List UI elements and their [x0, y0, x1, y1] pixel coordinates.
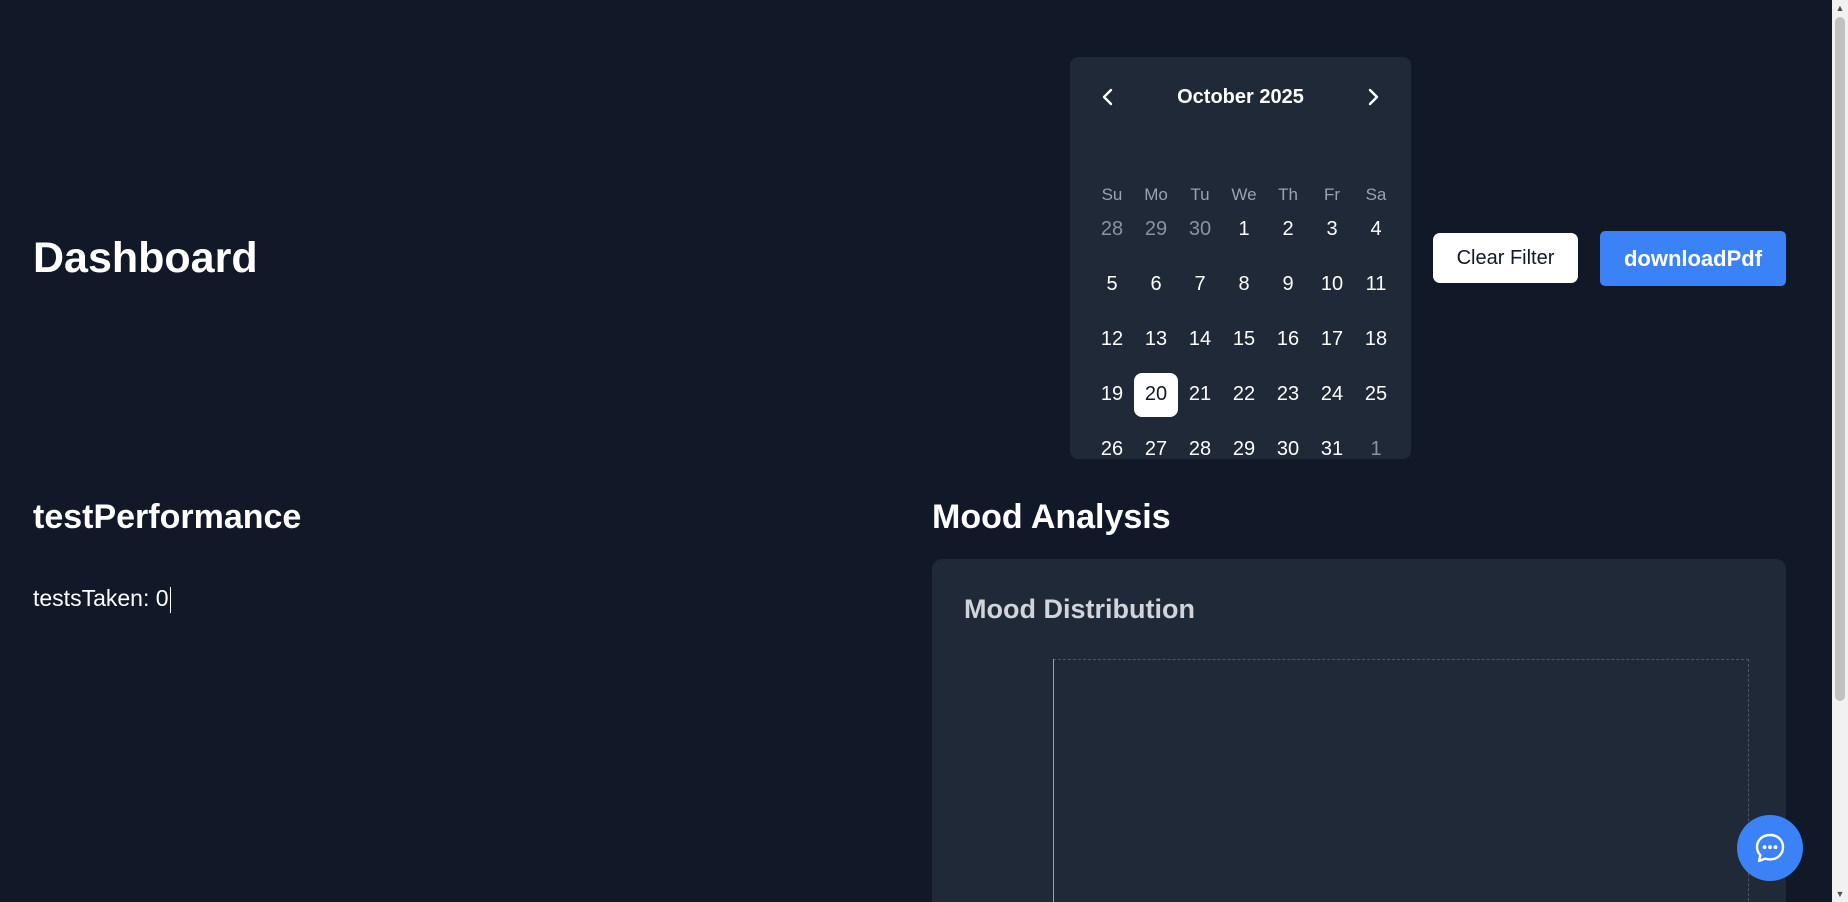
test-performance-heading: testPerformance	[33, 498, 302, 536]
calendar-day-label: 31	[1320, 438, 1344, 460]
calendar-day-label: 14	[1188, 328, 1212, 350]
calendar-day[interactable]: 30	[1178, 202, 1222, 257]
calendar-day[interactable]: 21	[1178, 367, 1222, 422]
mood-analysis-heading: Mood Analysis	[932, 498, 1171, 536]
calendar-next-month-button[interactable]	[1353, 77, 1393, 117]
calendar-day-label: 9	[1282, 273, 1294, 295]
calendar-day[interactable]: 29	[1134, 202, 1178, 257]
calendar-day[interactable]: 29	[1222, 422, 1266, 477]
calendar-day[interactable]: 10	[1310, 257, 1354, 312]
calendar-day-label: 24	[1320, 383, 1344, 405]
calendar-day[interactable]: 16	[1266, 312, 1310, 367]
calendar-day[interactable]: 27	[1134, 422, 1178, 477]
calendar-day-label: 7	[1194, 273, 1206, 295]
calendar-day-label: 6	[1150, 273, 1162, 295]
calendar-day-label: 18	[1364, 328, 1388, 350]
calendar-day-label: 30	[1276, 438, 1300, 460]
tests-taken-value: 0	[155, 585, 169, 611]
calendar-day-label: 5	[1106, 273, 1118, 295]
page-scrollbar[interactable]: ▲ ▼	[1832, 0, 1848, 902]
chat-bubble-icon	[1755, 833, 1785, 863]
calendar-day[interactable]: 28	[1178, 422, 1222, 477]
calendar-day-label: 2	[1282, 218, 1294, 240]
clear-filter-button[interactable]: Clear Filter	[1433, 233, 1578, 283]
calendar-day[interactable]: 22	[1222, 367, 1266, 422]
chat-button[interactable]	[1737, 815, 1803, 881]
calendar-day[interactable]: 2	[1266, 202, 1310, 257]
calendar-day[interactable]: 19	[1090, 367, 1134, 422]
calendar-day[interactable]: 3	[1310, 202, 1354, 257]
calendar-day-label: 15	[1232, 328, 1256, 350]
dashboard-page: Dashboard October 2025 Su Mo Tu We Th Fr…	[0, 0, 1848, 902]
calendar-day-label: 10	[1320, 273, 1344, 295]
calendar-day-label: 30	[1188, 218, 1212, 240]
calendar-day-label: 8	[1238, 273, 1250, 295]
calendar-day-label: 12	[1100, 328, 1124, 350]
calendar-day[interactable]: 8	[1222, 257, 1266, 312]
calendar-day[interactable]: 7	[1178, 257, 1222, 312]
calendar-day[interactable]: 25	[1354, 367, 1398, 422]
page-title: Dashboard	[33, 234, 258, 282]
calendar-day[interactable]: 23	[1266, 367, 1310, 422]
calendar-day[interactable]: 14	[1178, 312, 1222, 367]
tests-taken-label: testsTaken:	[33, 585, 150, 611]
calendar-day[interactable]: 24	[1310, 367, 1354, 422]
calendar-day[interactable]: 1	[1354, 422, 1398, 477]
calendar-day-label: 11	[1365, 273, 1387, 295]
calendar-day[interactable]: 28	[1090, 202, 1134, 257]
calendar-day-label: 13	[1144, 328, 1168, 350]
calendar-day-label: 4	[1370, 218, 1382, 240]
mood-chart-y-axis	[1053, 659, 1054, 902]
calendar-day-label: 23	[1276, 383, 1300, 405]
calendar-day-label: 16	[1276, 328, 1300, 350]
calendar-day-label: 28	[1188, 438, 1212, 460]
calendar-day[interactable]: 13	[1134, 312, 1178, 367]
calendar-day[interactable]: 1	[1222, 202, 1266, 257]
calendar-day-label: 21	[1188, 383, 1212, 405]
calendar-day-label: 17	[1320, 328, 1344, 350]
text-caret	[169, 586, 171, 613]
calendar-day-label: 29	[1144, 218, 1168, 240]
calendar-day-label: 1	[1370, 438, 1382, 460]
calendar-day-grid: 28 29 30 1 2 3 4 5 6 7 8 9 10 11 12 13 14 15 16 17 18 19 20 21 2…	[1090, 202, 1398, 477]
calendar-day-label: 1	[1238, 218, 1250, 240]
calendar-day-label: 22	[1232, 383, 1256, 405]
calendar-day-label: 28	[1100, 218, 1124, 240]
calendar-day-label: 20	[1134, 372, 1178, 417]
calendar-day-label: 19	[1100, 383, 1124, 405]
calendar-day[interactable]: 6	[1134, 257, 1178, 312]
calendar-day[interactable]: 30	[1266, 422, 1310, 477]
calendar-day-selected[interactable]: 20	[1134, 367, 1178, 422]
scrollbar-thumb[interactable]	[1835, 17, 1845, 701]
date-picker-calendar: October 2025 Su Mo Tu We Th Fr Sa 28 29 30…	[1070, 57, 1411, 460]
calendar-day[interactable]: 26	[1090, 422, 1134, 477]
calendar-day[interactable]: 5	[1090, 257, 1134, 312]
calendar-day[interactable]: 31	[1310, 422, 1354, 477]
calendar-day[interactable]: 4	[1354, 202, 1398, 257]
calendar-day[interactable]: 11	[1354, 257, 1398, 312]
mood-distribution-card: Mood Distribution	[932, 559, 1786, 902]
calendar-day[interactable]: 18	[1354, 312, 1398, 367]
scroll-up-arrow-icon[interactable]: ▲	[1832, 0, 1848, 16]
calendar-day-label: 26	[1100, 438, 1124, 460]
calendar-day[interactable]: 15	[1222, 312, 1266, 367]
mood-distribution-title: Mood Distribution	[964, 594, 1195, 624]
calendar-day[interactable]: 9	[1266, 257, 1310, 312]
mood-chart-plot-area	[1053, 659, 1749, 902]
calendar-day-label: 27	[1144, 438, 1168, 460]
scroll-down-arrow-icon[interactable]: ▼	[1832, 886, 1848, 902]
calendar-day-label: 3	[1326, 218, 1338, 240]
calendar-day[interactable]: 17	[1310, 312, 1354, 367]
chevron-right-icon	[1368, 88, 1379, 106]
tests-taken-stat: testsTaken: 0	[33, 584, 171, 613]
calendar-day-label: 25	[1364, 383, 1388, 405]
calendar-day-label: 29	[1232, 438, 1256, 460]
calendar-day[interactable]: 12	[1090, 312, 1134, 367]
download-pdf-button[interactable]: downloadPdf	[1600, 231, 1786, 286]
